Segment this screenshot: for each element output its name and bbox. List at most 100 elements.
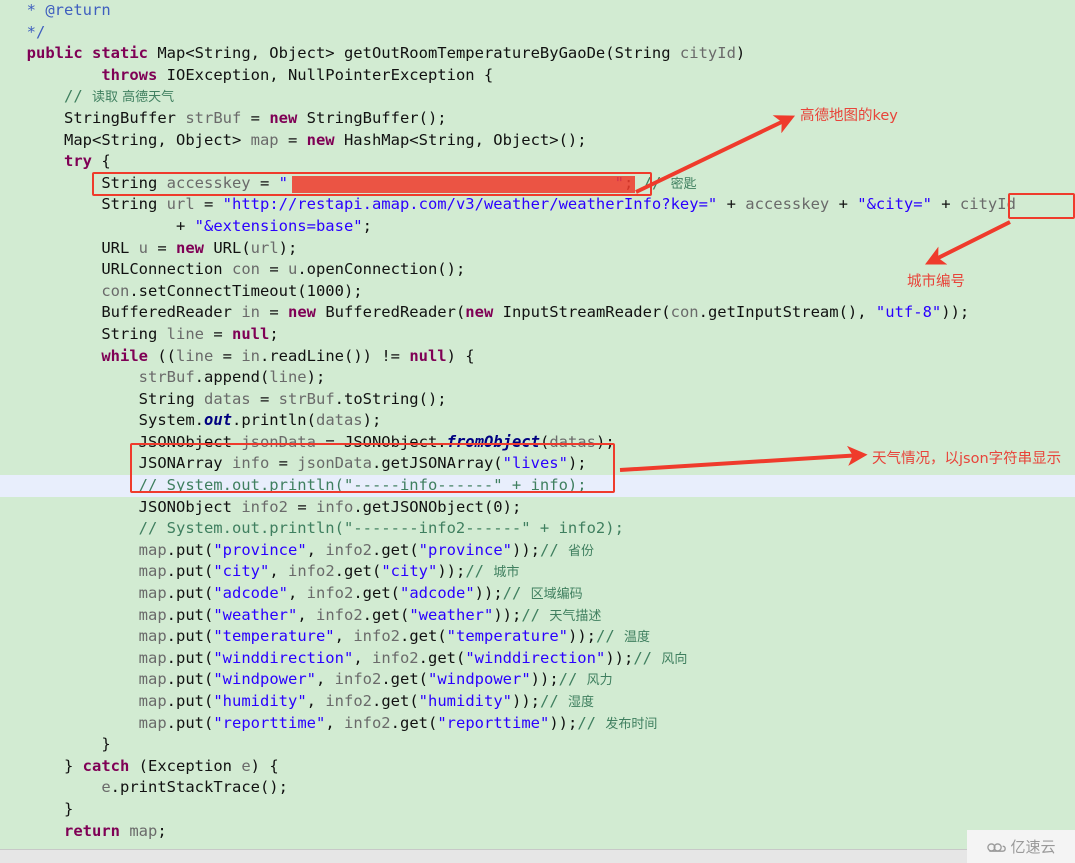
code-token: StringBuffer xyxy=(64,108,186,127)
code-token: ; xyxy=(157,821,167,840)
code-line[interactable]: */ xyxy=(0,22,1075,44)
code-line[interactable]: // System.out.println("-------info2-----… xyxy=(0,518,1075,540)
code-token: // System.out.println("-----info------" … xyxy=(138,476,587,495)
code-line[interactable]: String url = "http://restapi.amap.com/v3… xyxy=(0,194,1075,216)
code-line[interactable]: map.put("temperature", info2.get("temper… xyxy=(0,626,1075,648)
code-token: .println( xyxy=(231,411,316,430)
code-token: .put( xyxy=(166,713,214,732)
code-token: static xyxy=(92,44,158,63)
code-line[interactable]: } xyxy=(0,734,1075,756)
code-token: line xyxy=(166,324,214,343)
code-token: // xyxy=(633,648,662,667)
code-token: 风力 xyxy=(586,673,613,689)
code-line[interactable]: // 读取 高德天气 xyxy=(0,86,1075,108)
code-token: info2 xyxy=(334,670,382,689)
code-line[interactable]: con.setConnectTimeout(1000); xyxy=(0,281,1075,303)
code-line[interactable]: JSONObject jsonData = JSONObject.fromObj… xyxy=(0,432,1075,454)
code-token: datas xyxy=(315,411,363,430)
code-line[interactable]: public static Map<String, Object> getOut… xyxy=(0,43,1075,65)
code-token: datas xyxy=(549,432,596,451)
code-token: )); xyxy=(512,540,540,559)
code-token: .get( xyxy=(381,670,428,689)
cloud-icon xyxy=(986,840,1007,854)
code-line[interactable]: StringBuffer strBuf = new StringBuffer()… xyxy=(0,108,1075,130)
code-token: datas xyxy=(203,389,260,408)
code-token: info2 xyxy=(288,562,335,581)
code-token: .put( xyxy=(166,562,214,581)
code-token: new xyxy=(176,238,214,257)
code-token: info2 xyxy=(316,605,363,624)
code-token: fromObject xyxy=(446,432,540,451)
code-token: "weather" xyxy=(213,605,298,624)
code-line[interactable]: return map; xyxy=(0,821,1075,843)
code-token: return xyxy=(64,821,130,840)
code-token: JSONObject. xyxy=(343,432,447,451)
code-token: line xyxy=(269,368,307,387)
watermark: 亿速云 xyxy=(967,830,1075,863)
code-editor[interactable]: * @return */ public static Map<String, O… xyxy=(0,0,1075,863)
code-line[interactable]: Map<String, Object> map = new HashMap<St… xyxy=(0,130,1075,152)
code-line[interactable]: BufferedReader in = new BufferedReader(n… xyxy=(0,302,1075,324)
code-token: )); xyxy=(512,692,540,710)
code-line[interactable]: } xyxy=(0,799,1075,821)
code-token: "&extensions=base" xyxy=(194,216,363,235)
code-line[interactable]: map.put("winddirection", info2.get("wind… xyxy=(0,648,1075,670)
code-token: .getInputStream(), xyxy=(698,303,876,322)
code-token: ); xyxy=(306,368,326,387)
code-line[interactable]: try { xyxy=(0,151,1075,173)
code-content[interactable]: * @return */ public static Map<String, O… xyxy=(0,0,1075,842)
code-line[interactable]: + "&extensions=base"; xyxy=(0,216,1075,238)
code-line[interactable]: map.put("reporttime", info2.get("reportt… xyxy=(0,713,1075,735)
code-token: = xyxy=(213,346,242,365)
code-token: new xyxy=(287,303,326,322)
code-token: = xyxy=(250,108,270,127)
code-line[interactable]: URL u = new URL(url); xyxy=(0,238,1075,260)
code-line[interactable]: System.out.println(datas); xyxy=(0,410,1075,432)
code-line[interactable]: e.printStackTrace(); xyxy=(0,777,1075,799)
code-token: + xyxy=(175,216,195,235)
code-line[interactable]: map.put("city", info2.get("city"));// 城市 xyxy=(0,561,1075,583)
code-line[interactable]: * @return xyxy=(0,0,1075,22)
code-token: // xyxy=(64,87,92,106)
code-line[interactable]: JSONObject info2 = info.getJSONObject(0)… xyxy=(0,497,1075,519)
code-line[interactable]: map.put("humidity", info2.get("humidity"… xyxy=(0,691,1075,713)
code-line[interactable]: String datas = strBuf.toString(); xyxy=(0,389,1075,411)
code-token: strBuf xyxy=(185,108,251,127)
code-token: .put( xyxy=(166,584,214,603)
code-token: = xyxy=(297,497,316,516)
code-token: map xyxy=(138,605,167,624)
code-token: ; xyxy=(623,173,643,192)
code-line[interactable]: String line = null; xyxy=(0,324,1075,346)
code-token: + xyxy=(717,195,746,214)
code-token: 风向 xyxy=(661,651,688,667)
code-token: .append( xyxy=(194,368,270,387)
code-token: info2 xyxy=(306,584,354,603)
code-token: in xyxy=(241,346,260,365)
code-token: ); xyxy=(502,497,522,516)
code-line[interactable]: map.put("province", info2.get("province"… xyxy=(0,540,1075,562)
code-token: // xyxy=(558,670,587,689)
code-line[interactable]: String accesskey = " "; // 密匙 xyxy=(0,173,1075,195)
code-token: 省份 xyxy=(568,543,595,559)
code-line[interactable]: URLConnection con = u.openConnection(); xyxy=(0,259,1075,281)
code-token: "weather" xyxy=(409,605,494,624)
code-token: ); xyxy=(567,454,587,473)
code-line[interactable]: JSONArray info = jsonData.getJSONArray("… xyxy=(0,453,1075,475)
code-token: , xyxy=(353,648,372,667)
code-token: map xyxy=(138,670,167,689)
code-line[interactable]: } catch (Exception e) { xyxy=(0,756,1075,778)
code-line[interactable]: while ((line = in.readLine()) != null) { xyxy=(0,346,1075,368)
code-line[interactable]: strBuf.append(line); xyxy=(0,367,1075,389)
code-line[interactable]: map.put("adcode", info2.get("adcode"));/… xyxy=(0,583,1075,605)
code-line[interactable]: map.put("windpower", info2.get("windpowe… xyxy=(0,669,1075,691)
code-token: "winddirection" xyxy=(213,648,354,667)
code-line[interactable]: map.put("weather", info2.get("weather"))… xyxy=(0,605,1075,627)
code-token: { xyxy=(101,152,111,171)
code-line[interactable]: throws IOException, NullPointerException… xyxy=(0,65,1075,87)
code-token: u xyxy=(138,238,158,257)
code-token: new xyxy=(306,130,344,149)
code-token: "winddirection" xyxy=(465,648,606,667)
code-token: "temperature" xyxy=(446,627,568,646)
code-token: map xyxy=(138,627,167,646)
code-line[interactable]: // System.out.println("-----info------" … xyxy=(0,475,1075,497)
